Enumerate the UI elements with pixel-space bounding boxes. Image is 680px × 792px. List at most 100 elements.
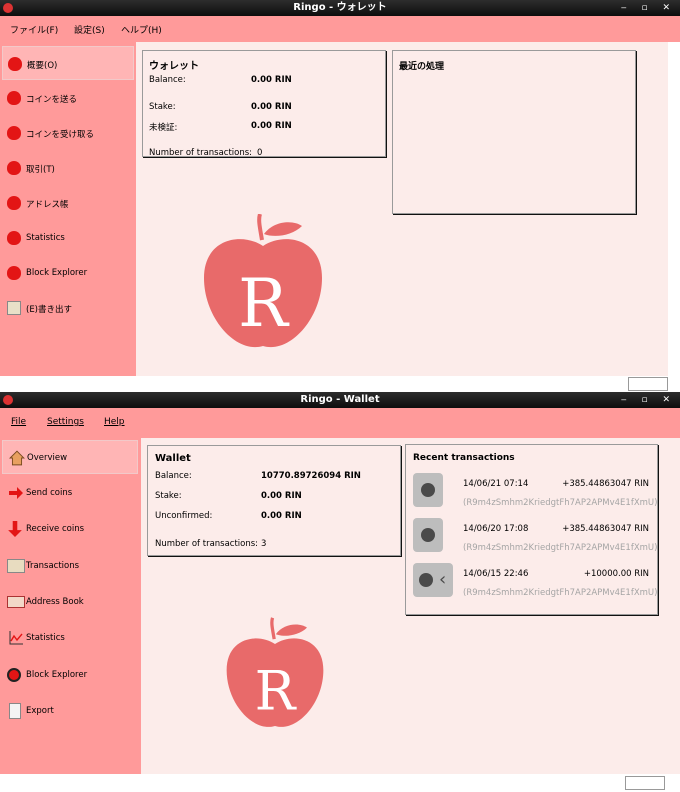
numtx-label: Number of transactions: (155, 539, 259, 549)
unconfirmed-label: 未検証: (149, 123, 178, 133)
app-icon[interactable] (3, 395, 13, 405)
nav-receive-coins[interactable]: Receive coins (2, 512, 134, 546)
nav-label: Receive coins (26, 524, 85, 534)
balance-label: Balance: (149, 75, 186, 85)
export-icon (7, 301, 21, 315)
export-document-icon (9, 703, 21, 719)
app-icon[interactable] (3, 3, 13, 13)
nav-transactions[interactable]: 取引(T) (2, 151, 134, 185)
menu-settings[interactable]: Settings (47, 417, 84, 427)
nav-statistics[interactable]: Statistics (2, 621, 134, 655)
window-title: Ringo - Wallet (300, 394, 380, 405)
balance-label: Balance: (155, 471, 192, 481)
tx-date: 14/06/20 17:08 (463, 524, 529, 534)
nav-address-book[interactable]: Address Book (2, 585, 134, 619)
menu-file[interactable]: ファイル(F) (10, 23, 58, 36)
statistics-chart-icon (9, 631, 23, 645)
nav-label: コインを受け取る (26, 130, 95, 140)
nav-block-explorer[interactable]: Block Explorer (2, 256, 134, 290)
transactions-icon (7, 559, 25, 573)
nav-label: Export (26, 706, 54, 716)
wallet-panel: ウォレット Balance: 0.00 RIN Stake: 0.00 RIN … (142, 50, 386, 158)
nav-label: 取引(T) (26, 165, 55, 175)
tx-date: 14/06/15 22:46 (463, 569, 529, 579)
menu-settings[interactable]: 設定(S) (74, 23, 105, 36)
menu-bar: ファイル(F) 設定(S) ヘルプ(H) (0, 16, 680, 42)
unconfirmed-value: 0.00 RIN (251, 121, 292, 131)
sidebar: Overview Send coins Receive coins Transa… (0, 438, 141, 774)
tx-date: 14/06/21 07:14 (463, 479, 529, 489)
numtx-value: 0 (257, 148, 263, 158)
nav-address-book[interactable]: アドレス帳 (2, 186, 134, 220)
svg-text:R: R (238, 265, 290, 342)
nav-send-coins[interactable]: コインを送る (2, 81, 134, 115)
ringo-logo: R (226, 617, 324, 727)
window-controls[interactable]: ‒ ▫ ✕ (621, 392, 676, 408)
nav-transactions[interactable]: Transactions (2, 549, 134, 583)
stake-value: 0.00 RIN (261, 491, 302, 501)
apple-icon (8, 57, 22, 71)
title-bar[interactable]: Ringo - ウォレット ‒ ▫ ✕ (0, 0, 680, 16)
window-english: Ringo - Wallet ‒ ▫ ✕ File Settings Help … (0, 392, 680, 792)
apple-icon (7, 266, 21, 280)
menu-bar: File Settings Help (0, 408, 680, 438)
title-bar[interactable]: Ringo - Wallet ‒ ▫ ✕ (0, 392, 680, 408)
svg-text:R: R (255, 660, 298, 723)
receive-arrow-icon (8, 521, 22, 537)
tx-amount: +10000.00 RIN (583, 569, 649, 579)
mined-tx-icon (413, 518, 443, 552)
numtx-value: 3 (261, 539, 267, 549)
mined-tx-icon (413, 473, 443, 507)
recent-transactions-panel: Recent transactions 14/06/21 07:14 +385.… (405, 444, 658, 615)
nav-overview[interactable]: Overview (2, 440, 138, 474)
nav-statistics[interactable]: Statistics (2, 221, 134, 255)
overview-page: ウォレット Balance: 0.00 RIN Stake: 0.00 RIN … (136, 42, 668, 376)
home-icon (9, 450, 25, 466)
nav-label: Send coins (26, 488, 73, 498)
nav-label: Block Explorer (26, 268, 88, 278)
window-japanese: Ringo - ウォレット ‒ ▫ ✕ ファイル(F) 設定(S) ヘルプ(H)… (0, 0, 680, 392)
tx-amount: +385.44863047 RIN (562, 524, 649, 534)
stake-value: 0.00 RIN (251, 102, 292, 112)
nav-overview[interactable]: 概要(O) (2, 46, 134, 80)
menu-help[interactable]: ヘルプ(H) (121, 23, 162, 36)
unconfirmed-value: 0.00 RIN (261, 511, 302, 521)
stake-label: Stake: (149, 102, 176, 112)
wallet-title: Wallet (155, 453, 191, 464)
menu-help[interactable]: Help (104, 417, 125, 427)
tx-address: (R9m4zSmhm2KriedgtFh7AP2APMv4E1fXmU) (463, 543, 658, 553)
apple-icon (7, 231, 21, 245)
nav-label: Statistics (26, 233, 65, 243)
tx-address: (R9m4zSmhm2KriedgtFh7AP2APMv4E1fXmU) (463, 498, 658, 508)
balance-value: 10770.89726094 RIN (261, 471, 361, 481)
received-tx-icon: ‹ (413, 563, 453, 597)
block-explorer-icon (7, 668, 21, 682)
numtx-label: Number of transactions: (149, 148, 253, 158)
nav-block-explorer[interactable]: Block Explorer (2, 658, 134, 692)
address-book-icon (7, 596, 25, 608)
ringo-logo: R (204, 214, 322, 348)
window-controls[interactable]: ‒ ▫ ✕ (621, 0, 676, 16)
status-icons (625, 776, 665, 790)
apple-icon (7, 161, 21, 175)
nav-export[interactable]: Export (2, 694, 134, 728)
tx-address: (R9m4zSmhm2KriedgtFh7AP2APMv4E1fXmU) (463, 588, 658, 598)
wallet-title: ウォレット (149, 61, 199, 72)
menu-file[interactable]: File (11, 417, 26, 427)
recent-transactions-panel: 最近の処理 (392, 50, 636, 214)
overview-page: Wallet Balance: 10770.89726094 RIN Stake… (141, 438, 680, 774)
nav-label: Statistics (26, 633, 65, 643)
recent-title: 最近の処理 (399, 62, 445, 72)
apple-icon (7, 91, 21, 105)
nav-send-coins[interactable]: Send coins (2, 476, 134, 510)
nav-export[interactable]: (E)書き出す (2, 291, 134, 325)
unconfirmed-label: Unconfirmed: (155, 511, 213, 521)
nav-label: (E)書き出す (26, 305, 73, 315)
nav-label: アドレス帳 (26, 200, 69, 210)
window-title: Ringo - ウォレット (293, 2, 387, 13)
apple-icon (7, 126, 21, 140)
nav-receive-coins[interactable]: コインを受け取る (2, 116, 134, 150)
apple-icon (7, 196, 21, 210)
nav-label: Transactions (26, 561, 80, 571)
status-icons (628, 377, 668, 391)
